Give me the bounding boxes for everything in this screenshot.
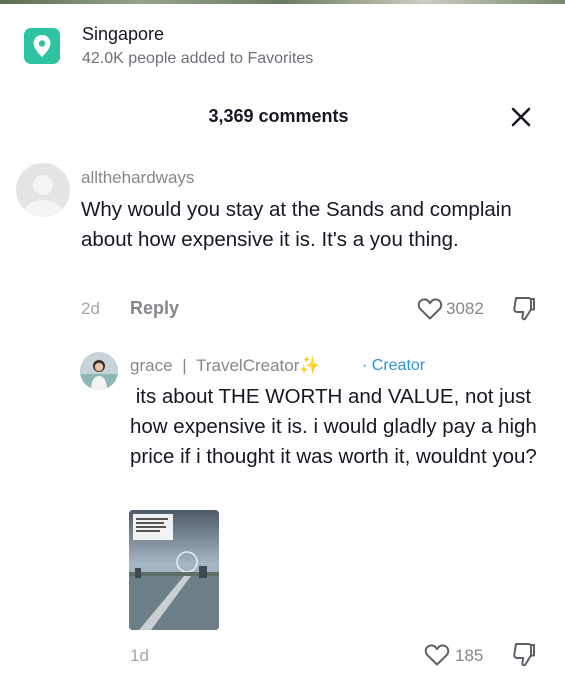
close-icon[interactable] [508, 104, 534, 130]
comment-text: Why would you stay at the Sands and comp… [81, 198, 512, 251]
comment-count: 3,369 comments [208, 106, 349, 126]
video-thumbnail[interactable] [129, 510, 219, 630]
comments-header: 3,369 comments [0, 100, 565, 136]
comment-username[interactable]: allthehardways [81, 168, 194, 188]
reply-text: its about THE WORTH and VALUE, not just … [130, 385, 543, 468]
comment-time: 2d [81, 299, 100, 318]
like-count: 3082 [446, 299, 484, 318]
reply-time: 1d [130, 646, 149, 665]
favorites-count: 42.0K people added to Favorites [82, 50, 314, 67]
reply-handle: grace [130, 356, 173, 375]
location-card[interactable]: Singapore 42.0K people added to Favorite… [0, 4, 565, 84]
name-separator: | [182, 356, 187, 375]
creator-badge: · Creator [362, 357, 426, 374]
like-count: 185 [455, 646, 484, 665]
dislike-icon[interactable] [512, 642, 536, 673]
avatar[interactable] [80, 352, 118, 390]
dislike-icon[interactable] [512, 296, 536, 327]
reply-button[interactable]: Reply [130, 298, 179, 319]
heart-icon[interactable] [417, 297, 443, 326]
reply-username[interactable]: grace | TravelCreator✨ [130, 356, 321, 376]
location-name: Singapore [82, 24, 165, 44]
reply-display-name: TravelCreator✨ [196, 356, 321, 375]
location-pin-icon [24, 28, 60, 64]
avatar[interactable] [16, 163, 70, 217]
